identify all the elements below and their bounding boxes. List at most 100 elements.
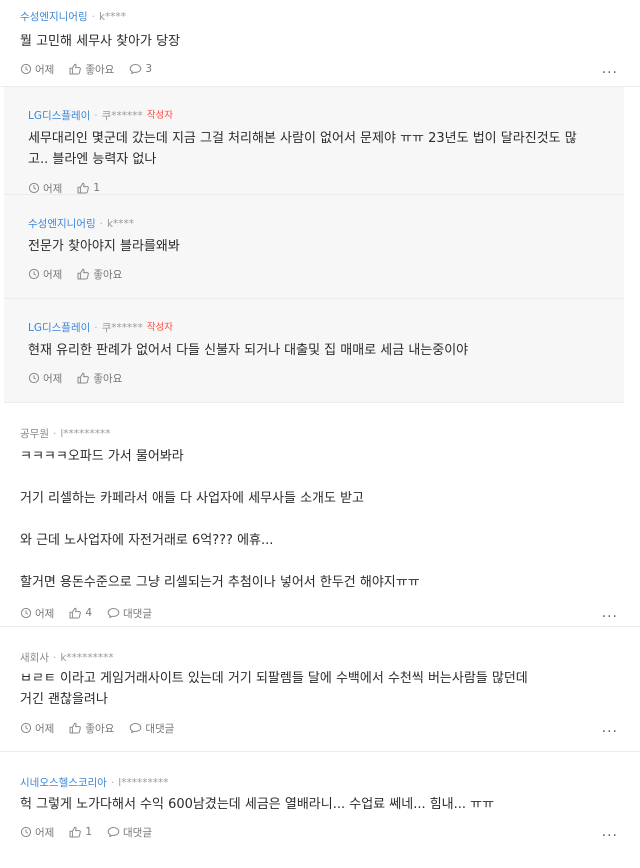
comment-actions: 어제 1 대댓글 ... — [20, 823, 620, 841]
company-link[interactable]: 시네오스헬스코리아 — [20, 776, 107, 790]
clock-icon — [20, 826, 32, 838]
separator: · — [110, 777, 115, 789]
comment-line: 뭘 고민해 세무사 찾아가 당장 — [20, 34, 181, 49]
comment: 공무원 · l********* ㅋㅋㅋㅋ오파드 가서 물어봐라 거기 리셀하는… — [0, 403, 640, 627]
reply-button[interactable]: 대댓글 — [129, 721, 174, 736]
reply-label: 대댓글 — [145, 722, 175, 735]
company-link[interactable]: 새회사 — [20, 651, 49, 665]
like-label: 좋아요 — [93, 268, 123, 281]
comment-line: 와 근데 노사업자에 자전거래로 6억??? 에휴... — [20, 533, 274, 548]
comment-line — [20, 509, 620, 530]
thumbs-up-icon — [69, 607, 82, 619]
nickname: 쿠****** — [101, 110, 143, 122]
speech-bubble-icon — [107, 608, 120, 619]
nickname: k**** — [106, 218, 135, 230]
separator: · — [94, 322, 98, 334]
comment-body: 세무대리인 몇군데 갔는데 지금 그걸 처리해본 사람이 없어서 문제야 ㅠㅠ … — [28, 128, 624, 170]
thumbs-up-icon — [77, 268, 90, 280]
clock-icon — [28, 268, 40, 280]
comment-actions: 어제 좋아요 대댓글 ... — [20, 719, 620, 737]
time-text: 어제 — [35, 826, 55, 839]
clock-icon — [28, 182, 40, 194]
like-button[interactable]: 4 — [69, 607, 92, 619]
thumbs-up-icon — [69, 722, 82, 734]
more-options-icon[interactable]: ... — [602, 721, 618, 735]
company-link[interactable]: 공무원 — [20, 427, 49, 441]
more-options-icon[interactable]: ... — [602, 825, 618, 839]
nickname: k**** — [98, 11, 127, 23]
reply-comment: LG디스플레이 · 쿠****** 작성자 세무대리인 몇군데 갔는데 지금 그… — [4, 87, 624, 195]
like-button[interactable]: 1 — [69, 826, 92, 838]
reply-label: 대댓글 — [123, 826, 152, 839]
comment-line: 고.. 블라엔 능력자 없나 — [28, 152, 157, 167]
company-link[interactable]: 수성엔지니어링 — [20, 10, 88, 24]
comment-list: 수성엔지니어링 · k**** 뭘 고민해 세무사 찾아가 당장 어제 좋아요 … — [0, 0, 640, 852]
time-stamp: 어제 — [20, 825, 54, 840]
comment-author: 시네오스헬스코리아 · l********* — [20, 776, 620, 790]
comment: 수성엔지니어링 · k**** 뭘 고민해 세무사 찾아가 당장 어제 좋아요 … — [0, 0, 640, 87]
comment-author: LG디스플레이 · 쿠****** 작성자 — [28, 109, 624, 123]
comment-body: 뭘 고민해 세무사 찾아가 당장 — [20, 31, 620, 52]
like-button[interactable]: 좋아요 — [69, 62, 114, 77]
thumbs-up-icon — [77, 372, 90, 384]
like-label: 1 — [85, 826, 93, 838]
comment-line — [20, 551, 620, 572]
comment: 시네오스헬스코리아 · l********* 헉 그렇게 노가다해서 수익 60… — [0, 752, 640, 852]
time-text: 어제 — [43, 182, 63, 195]
time-text: 어제 — [35, 722, 55, 735]
like-label: 좋아요 — [85, 722, 115, 735]
like-button[interactable]: 좋아요 — [77, 371, 122, 386]
comment-author: 공무원 · l********* — [20, 427, 620, 441]
more-options-icon[interactable]: ... — [602, 62, 618, 76]
reply-button[interactable]: 대댓글 — [107, 825, 152, 840]
company-link[interactable]: 수성엔지니어링 — [28, 217, 96, 231]
clock-icon — [20, 722, 32, 734]
separator: · — [52, 428, 57, 440]
comment-line: 할거면 용돈수준으로 그냥 리셀되는거 추첨이나 넣어서 한두건 해야지ㅠㅠ — [20, 575, 420, 590]
time-text: 어제 — [43, 372, 63, 385]
time-stamp: 어제 — [20, 606, 54, 621]
time-stamp: 어제 — [28, 267, 62, 282]
like-label: 좋아요 — [85, 63, 115, 76]
reply-button[interactable]: 3 — [129, 63, 152, 75]
comment-body: 헉 그렇게 노가다해서 수익 600남겼는데 세금은 열배라니... 수업료 쎄… — [20, 794, 620, 815]
nickname: 쿠****** — [101, 322, 143, 334]
reply-label: 대댓글 — [123, 607, 152, 620]
separator: · — [99, 218, 103, 230]
more-options-icon[interactable]: ... — [602, 606, 618, 620]
comment-line: 거긴 괜찮을려나 — [20, 692, 108, 707]
nickname: l********* — [60, 428, 111, 440]
nickname: k********* — [60, 652, 114, 664]
reply-button[interactable]: 대댓글 — [107, 606, 152, 621]
like-label: 4 — [85, 607, 93, 619]
clock-icon — [20, 63, 32, 75]
thumbs-up-icon — [69, 63, 82, 75]
thumbs-up-icon — [77, 182, 90, 194]
comment-actions: 어제 좋아요 — [28, 369, 624, 387]
company-link[interactable]: LG디스플레이 — [28, 109, 90, 123]
comment-actions: 어제 좋아요 3 ... — [20, 60, 620, 78]
comment-body: 전문가 찾아야지 블라를왜봐 — [28, 236, 624, 257]
time-text: 어제 — [43, 268, 63, 281]
reply-label: 3 — [145, 63, 152, 75]
comment-line: 헉 그렇게 노가다해서 수익 600남겼는데 세금은 열배라니... 수업료 쎄… — [20, 797, 495, 812]
time-stamp: 어제 — [20, 62, 54, 77]
time-text: 어제 — [35, 607, 55, 620]
comment-line: 현재 유리한 판례가 없어서 다들 신불자 되거나 대출및 집 매매로 세금 내… — [28, 343, 469, 358]
comment-line — [20, 467, 620, 488]
like-button[interactable]: 1 — [77, 182, 100, 194]
reply-comment: 수성엔지니어링 · k**** 전문가 찾아야지 블라를왜봐 어제 좋아요 — [4, 195, 624, 299]
speech-bubble-icon — [107, 827, 120, 838]
author-badge: 작성자 — [146, 322, 174, 333]
time-stamp: 어제 — [28, 371, 62, 386]
like-button[interactable]: 좋아요 — [77, 267, 122, 282]
speech-bubble-icon — [130, 723, 142, 734]
like-button[interactable]: 좋아요 — [69, 721, 114, 736]
time-stamp: 어제 — [28, 181, 62, 196]
comment-author: 수성엔지니어링 · k**** — [28, 217, 624, 231]
company-link[interactable]: LG디스플레이 — [28, 321, 90, 335]
comment-line: 전문가 찾아야지 블라를왜봐 — [28, 239, 180, 254]
separator: · — [52, 652, 57, 664]
comment-line: ㅋㅋㅋㅋ오파드 가서 물어봐라 — [20, 449, 184, 464]
separator: · — [94, 110, 98, 122]
